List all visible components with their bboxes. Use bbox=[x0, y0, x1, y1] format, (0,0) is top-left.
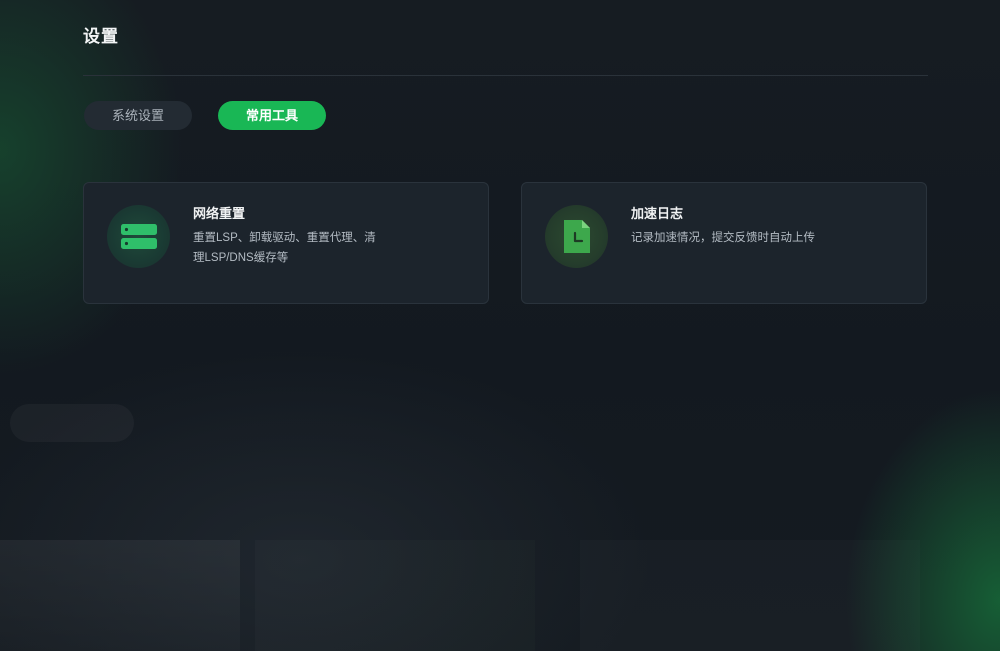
tab-system-settings[interactable]: 系统设置 bbox=[84, 101, 192, 130]
acceleration-log-card[interactable]: 加速日志 记录加速情况，提交反馈时自动上传 bbox=[521, 182, 927, 304]
card-title: 加速日志 bbox=[631, 206, 684, 221]
card-description: 重置LSP、卸载驱动、重置代理、清理LSP/DNS缓存等 bbox=[193, 232, 376, 264]
divider bbox=[83, 75, 928, 76]
card-description: 记录加速情况，提交反馈时自动上传 bbox=[631, 232, 815, 244]
log-file-clock-icon bbox=[545, 205, 608, 268]
settings-panel: 设置 系统设置 常用工具 网络重置 重置LSP、卸载驱动、重置代理、清理LSP/… bbox=[0, 0, 1000, 651]
tab-common-tools[interactable]: 常用工具 bbox=[218, 101, 326, 130]
page-title: 设置 bbox=[83, 27, 119, 46]
network-reset-card[interactable]: 网络重置 重置LSP、卸载驱动、重置代理、清理LSP/DNS缓存等 bbox=[83, 182, 489, 304]
server-icon bbox=[107, 205, 170, 268]
card-title: 网络重置 bbox=[193, 206, 246, 221]
